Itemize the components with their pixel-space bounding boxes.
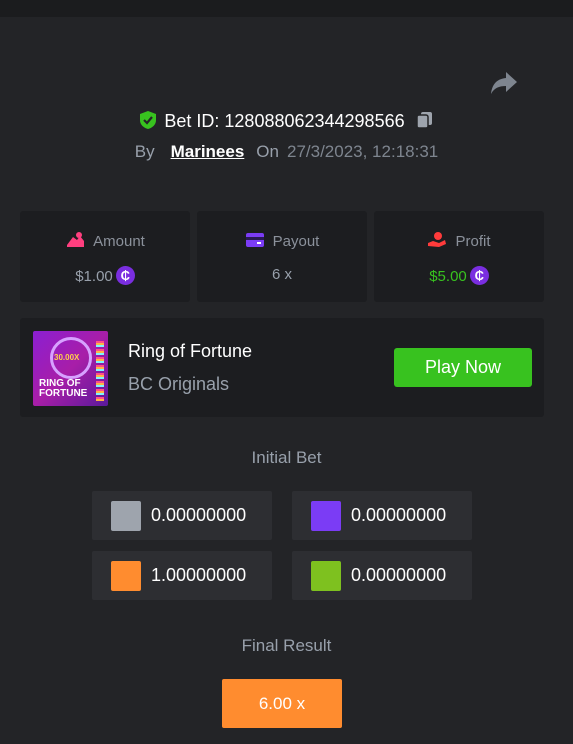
initial-bet-title: Initial Bet bbox=[251, 448, 322, 467]
bet-meta-row: By Marinees On 27/3/2023, 12:18:31 bbox=[0, 142, 573, 162]
payout-value: 6 x bbox=[271, 266, 292, 283]
play-now-button[interactable]: Play Now bbox=[394, 348, 532, 387]
bet-id: Bet ID: 128088062344298566 bbox=[164, 111, 405, 131]
profit-card: Profit $5.00 bbox=[374, 211, 544, 302]
bet-value: 1.00000000 bbox=[151, 565, 247, 585]
payout-label: Payout bbox=[272, 233, 320, 250]
final-result-badge: 6.00 x bbox=[222, 679, 342, 728]
thumb-multiplier: 30.00X bbox=[54, 353, 80, 362]
game-provider: BC Originals bbox=[128, 374, 230, 394]
bet-item-green: 0.00000000 bbox=[292, 551, 472, 600]
amount-label: Amount bbox=[93, 233, 145, 250]
top-bar bbox=[0, 0, 573, 17]
username-link[interactable]: Marinees bbox=[171, 142, 245, 161]
money-bag-icon bbox=[67, 232, 85, 247]
payout-card: Payout 6 x bbox=[197, 211, 367, 302]
bc-coin-icon bbox=[115, 266, 135, 285]
game-title[interactable]: Ring of Fortune bbox=[128, 341, 252, 362]
profit-label: Profit bbox=[455, 233, 491, 250]
copy-icon[interactable] bbox=[415, 110, 435, 130]
color-swatch bbox=[111, 501, 141, 531]
color-swatch bbox=[311, 561, 341, 591]
amount-value: $1.00 bbox=[75, 268, 113, 285]
game-thumbnail[interactable]: 30.00X RING OF FORTUNE bbox=[33, 331, 108, 406]
bet-item-purple: 0.00000000 bbox=[292, 491, 472, 540]
bet-value: 0.00000000 bbox=[351, 565, 447, 585]
thumb-bars bbox=[96, 341, 104, 401]
share-icon[interactable] bbox=[490, 70, 518, 96]
bet-value: 0.00000000 bbox=[351, 505, 447, 525]
bet-date: 27/3/2023, 12:18:31 bbox=[286, 142, 439, 161]
by-label: By bbox=[134, 142, 155, 161]
profit-value: $5.00 bbox=[429, 268, 467, 285]
verified-shield-icon bbox=[140, 111, 157, 129]
bc-coin-icon bbox=[469, 266, 489, 285]
bet-id-row: Bet ID: 128088062344298566 bbox=[0, 109, 573, 133]
game-card: 30.00X RING OF FORTUNE Ring of Fortune B… bbox=[20, 318, 544, 417]
color-swatch bbox=[111, 561, 141, 591]
bet-item-orange: 1.00000000 bbox=[92, 551, 272, 600]
bet-value: 0.00000000 bbox=[151, 505, 247, 525]
thumb-title-line2: FORTUNE bbox=[39, 388, 88, 399]
amount-card: Amount $1.00 bbox=[20, 211, 190, 302]
hand-coin-icon bbox=[428, 232, 447, 247]
bet-item-grey: 0.00000000 bbox=[92, 491, 272, 540]
on-label: On bbox=[256, 142, 279, 161]
final-result-title: Final Result bbox=[241, 636, 332, 655]
card-icon bbox=[245, 233, 264, 247]
color-swatch bbox=[311, 501, 341, 531]
